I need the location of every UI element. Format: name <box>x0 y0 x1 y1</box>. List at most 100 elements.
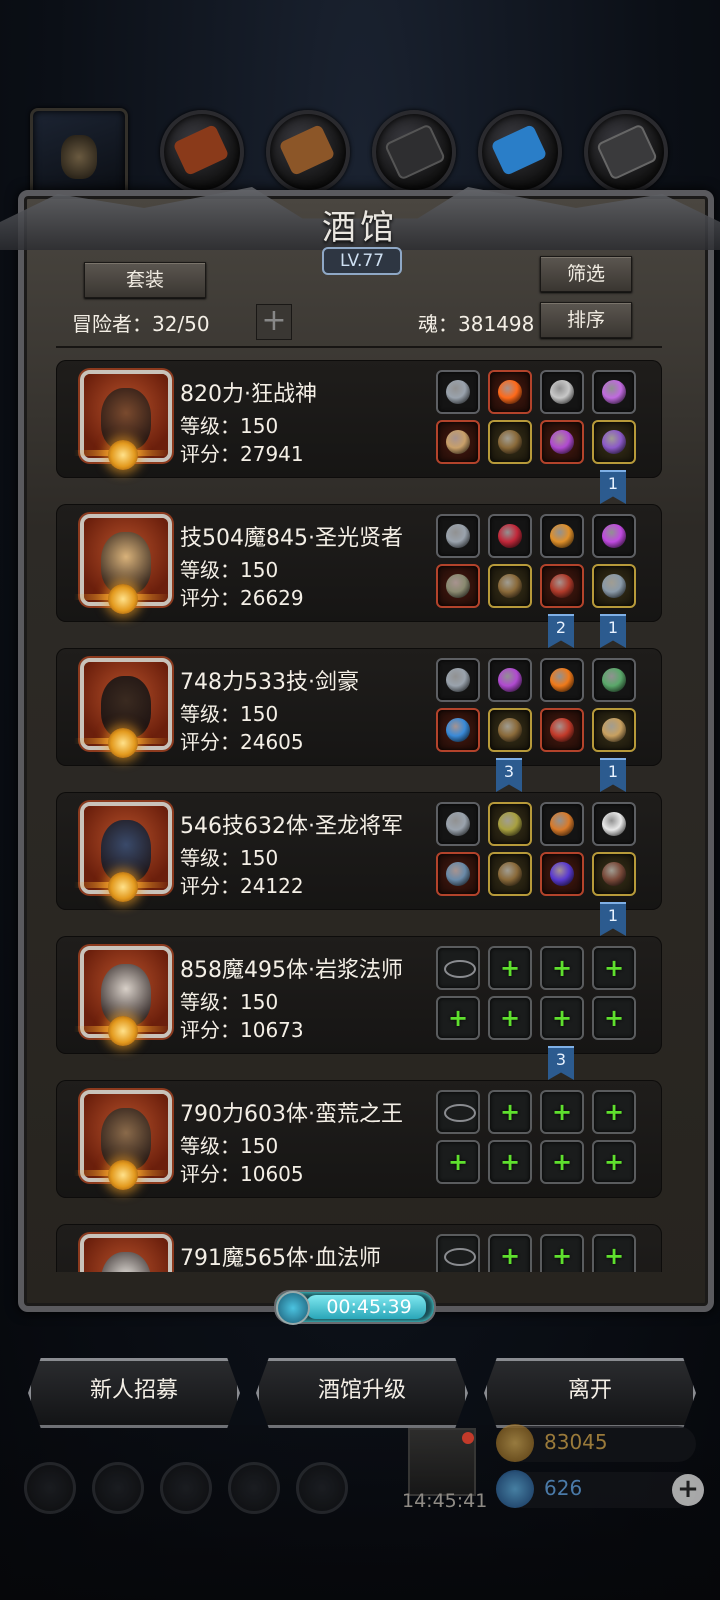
tab-crystal[interactable] <box>478 110 562 194</box>
equip-slot[interactable] <box>488 564 532 608</box>
tab-iron[interactable] <box>372 110 456 194</box>
equipment-icon <box>446 862 470 886</box>
hero-score: 评分：26629 <box>180 586 304 610</box>
metal-icon <box>595 123 659 181</box>
add-equip-icon: + <box>499 954 521 982</box>
equip-slot[interactable] <box>592 852 636 896</box>
empty-equip-slot[interactable]: + <box>436 996 480 1040</box>
equip-slot[interactable] <box>592 370 636 414</box>
equip-slot[interactable] <box>436 564 480 608</box>
equip-slot[interactable] <box>488 708 532 752</box>
hero-card[interactable]: 546技632体·圣龙将军 等级：150 评分：24122 <box>56 792 662 910</box>
equipment-icon <box>498 380 522 404</box>
tab-leather[interactable] <box>160 110 244 194</box>
equip-slot[interactable] <box>592 802 636 846</box>
equipment-icon <box>498 862 522 886</box>
equip-slot[interactable] <box>592 708 636 752</box>
sort-button[interactable]: 排序 <box>540 302 632 338</box>
rank-emblem-icon <box>108 872 138 902</box>
ring-slot-icon <box>444 1104 476 1122</box>
equipment-icon <box>446 718 470 742</box>
equip-slot[interactable] <box>592 420 636 464</box>
equipment-icon <box>602 718 626 742</box>
tab-wood[interactable] <box>266 110 350 194</box>
set-button[interactable]: 套装 <box>84 262 206 298</box>
hero-portrait[interactable] <box>80 1234 172 1272</box>
equip-slot[interactable] <box>540 370 584 414</box>
hero-card[interactable]: 858魔495体·岩浆法师 等级：150 评分：10673 + + + + + + + <box>56 936 662 1054</box>
equipment-icon <box>550 668 574 692</box>
recruit-button[interactable]: 新人招募 <box>28 1358 240 1428</box>
page-title: 酒馆 <box>322 208 398 248</box>
upgrade-badge: 1 <box>600 614 626 648</box>
equip-slot[interactable] <box>488 802 532 846</box>
equip-slot[interactable] <box>436 370 480 414</box>
empty-equip-slot[interactable]: + <box>592 1234 636 1272</box>
equip-slot[interactable] <box>436 514 480 558</box>
hud-icon-1 <box>24 1462 76 1514</box>
filter-button[interactable]: 筛选 <box>540 256 632 292</box>
empty-equip-slot[interactable]: + <box>592 1090 636 1134</box>
equip-slot[interactable] <box>436 420 480 464</box>
empty-equip-slot[interactable] <box>436 946 480 990</box>
hero-card[interactable]: 820力·狂战神 等级：150 评分：27941 <box>56 360 662 478</box>
tab-metal[interactable] <box>584 110 668 194</box>
equip-slot[interactable] <box>592 514 636 558</box>
empty-equip-slot[interactable] <box>436 1234 480 1272</box>
empty-equip-slot[interactable] <box>436 1090 480 1134</box>
upgrade-tavern-button[interactable]: 酒馆升级 <box>256 1358 468 1428</box>
add-slot-button[interactable]: + <box>256 304 292 340</box>
upgrade-badge: 1 <box>600 902 626 936</box>
hero-card[interactable]: 技504魔845·圣光贤者 等级：150 评分：26629 <box>56 504 662 622</box>
empty-equip-slot[interactable]: + <box>488 1090 532 1134</box>
empty-equip-slot[interactable]: + <box>540 1140 584 1184</box>
equip-slot[interactable] <box>488 658 532 702</box>
hero-score: 评分：24122 <box>180 874 304 898</box>
hero-list[interactable]: 820力·狂战神 等级：150 评分：27941 1 技504魔845·圣光贤者 等级：1… <box>56 352 662 1272</box>
equip-slot[interactable] <box>488 852 532 896</box>
equip-slot[interactable] <box>488 420 532 464</box>
equip-slot[interactable] <box>540 802 584 846</box>
equip-slot[interactable] <box>540 420 584 464</box>
equip-slot[interactable] <box>436 708 480 752</box>
equip-slot[interactable] <box>592 658 636 702</box>
equip-slot[interactable] <box>488 370 532 414</box>
empty-equip-slot[interactable]: + <box>592 1140 636 1184</box>
equip-slot[interactable] <box>540 514 584 558</box>
hero-level: 等级：150 <box>180 1134 279 1158</box>
empty-equip-slot[interactable]: + <box>488 996 532 1040</box>
hero-card[interactable]: 748力533技·剑豪 等级：150 评分：24605 <box>56 648 662 766</box>
empty-equip-slot[interactable]: + <box>488 1234 532 1272</box>
empty-equip-slot[interactable]: + <box>592 946 636 990</box>
equipment-icon <box>446 380 470 404</box>
equip-slot[interactable] <box>592 564 636 608</box>
hero-name: 790力603体·蛮荒之王 <box>180 1102 403 1127</box>
equip-slot[interactable] <box>436 802 480 846</box>
tab-portal[interactable] <box>30 108 128 202</box>
equipment-icon <box>550 718 574 742</box>
equip-slot[interactable] <box>540 708 584 752</box>
notification-dot <box>462 1432 474 1444</box>
hero-card[interactable]: 790力603体·蛮荒之王 等级：150 评分：10605 + + + + + + + <box>56 1080 662 1198</box>
equip-slot[interactable] <box>540 658 584 702</box>
empty-equip-slot[interactable]: + <box>540 996 584 1040</box>
equip-slot[interactable] <box>540 852 584 896</box>
empty-equip-slot[interactable]: + <box>540 946 584 990</box>
equip-slot[interactable] <box>436 658 480 702</box>
empty-equip-slot[interactable]: + <box>592 996 636 1040</box>
leave-button[interactable]: 离开 <box>484 1358 696 1428</box>
gem-icon <box>496 1470 534 1508</box>
equipment-icon <box>602 380 626 404</box>
empty-equip-slot[interactable]: + <box>540 1090 584 1134</box>
equipment-icon <box>550 862 574 886</box>
empty-equip-slot[interactable]: + <box>436 1140 480 1184</box>
empty-equip-slot[interactable]: + <box>488 946 532 990</box>
empty-equip-slot[interactable]: + <box>540 1234 584 1272</box>
equipment-icon <box>446 430 470 454</box>
equip-slot[interactable] <box>488 514 532 558</box>
equip-slot[interactable] <box>436 852 480 896</box>
equipment-icon <box>550 430 574 454</box>
hero-card[interactable]: 791魔565体·血法师等级：150评分：10431+++++++ <box>56 1224 662 1272</box>
empty-equip-slot[interactable]: + <box>488 1140 532 1184</box>
equip-slot[interactable] <box>540 564 584 608</box>
